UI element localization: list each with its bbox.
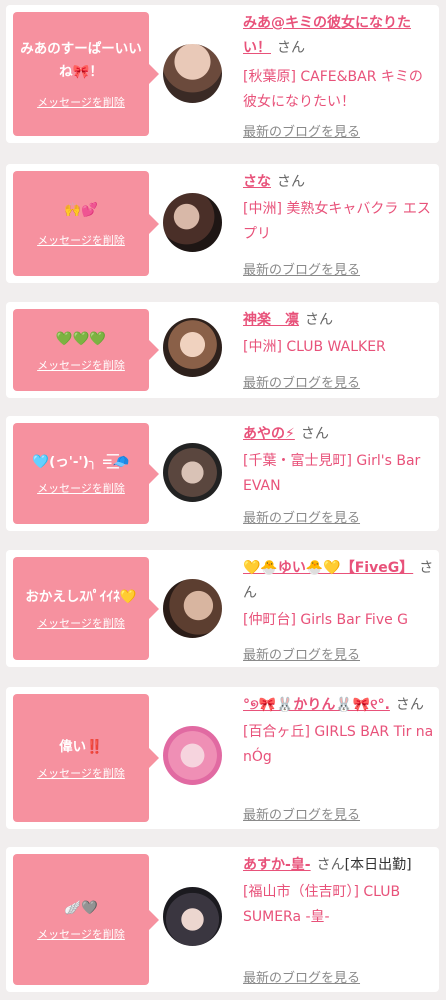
shop-name: [百合ヶ丘] GIRLS BAR Tir na nÓg	[243, 724, 434, 765]
message-bubble: みあのすーぱーいいね🎀！ メッセージを削除	[13, 12, 159, 136]
honorific: さん	[277, 40, 305, 56]
latest-blog-link[interactable]: 最新のブログを見る	[243, 804, 360, 823]
list-item: 偉い‼️ メッセージを削除 °୭🎀🐰かりん🐰🎀୧°. さん [百合ヶ丘] GIRL…	[6, 687, 439, 829]
message-text: みあのすーぱーいいね🎀！	[20, 41, 142, 80]
message-bubble: おかえしｽﾊﾟｲｲﾈ💛 メッセージを削除	[13, 557, 159, 660]
user-name-link[interactable]: さな	[243, 174, 271, 190]
avatar[interactable]	[163, 579, 222, 638]
message-bubble: 🩵(っ'-')╮ =͟͟͞͞🧢 メッセージを削除	[13, 423, 159, 524]
avatar[interactable]	[163, 887, 222, 946]
delete-message-link[interactable]: メッセージを削除	[37, 232, 125, 248]
message-bubble: 🙌💕 メッセージを削除	[13, 171, 159, 276]
user-name-link[interactable]: あすか-皇-	[243, 857, 311, 873]
avatar[interactable]	[163, 193, 222, 252]
avatar[interactable]	[163, 44, 222, 103]
delete-message-link[interactable]: メッセージを削除	[37, 357, 125, 373]
honorific: さん	[395, 697, 424, 713]
latest-blog-link[interactable]: 最新のブログを見る	[243, 121, 360, 140]
honorific: さん	[300, 426, 329, 442]
latest-blog-link[interactable]: 最新のブログを見る	[243, 967, 360, 986]
latest-blog-link[interactable]: 最新のブログを見る	[243, 644, 360, 663]
honorific: さん	[277, 174, 305, 190]
shop-name: [中洲] CLUB WALKER	[243, 339, 386, 355]
message-bubble: 🪽🩶 メッセージを削除	[13, 854, 159, 985]
name-suffix: [本日出勤]	[344, 857, 412, 873]
latest-blog-link[interactable]: 最新のブログを見る	[243, 507, 360, 526]
avatar[interactable]	[163, 318, 222, 377]
user-name-link[interactable]: あやの⚡	[243, 426, 295, 442]
latest-blog-link[interactable]: 最新のブログを見る	[243, 259, 360, 278]
latest-blog-link[interactable]: 最新のブログを見る	[243, 372, 360, 391]
avatar[interactable]	[163, 726, 222, 785]
list-item: 🩵(っ'-')╮ =͟͟͞͞🧢 メッセージを削除 あやの⚡ さん [千葉・富士見町…	[6, 416, 439, 531]
delete-message-link[interactable]: メッセージを削除	[37, 94, 125, 110]
shop-name: [中洲] 美熟女キャバクラ エスプリ	[243, 201, 431, 242]
delete-message-link[interactable]: メッセージを削除	[37, 765, 125, 781]
delete-message-link[interactable]: メッセージを削除	[37, 480, 125, 496]
message-text: 🪽🩶	[64, 900, 98, 916]
user-name-link[interactable]: 神楽 凛	[243, 312, 299, 328]
list-item: 🪽🩶 メッセージを削除 あすか-皇- さん[本日出勤] [福山市（住吉町）] CL…	[6, 847, 439, 992]
message-bubble: 偉い‼️ メッセージを削除	[13, 694, 159, 822]
delete-message-link[interactable]: メッセージを削除	[37, 615, 125, 631]
message-text: おかえしｽﾊﾟｲｲﾈ💛	[25, 589, 137, 605]
user-name-link[interactable]: °୭🎀🐰かりん🐰🎀୧°.	[243, 697, 390, 713]
user-name-link[interactable]: みあ@キミの彼女になりたい！	[243, 15, 411, 56]
honorific: さん	[316, 857, 345, 873]
message-text: 💚💚💚	[55, 330, 107, 347]
message-bubble: 💚💚💚 メッセージを削除	[13, 309, 159, 391]
delete-message-link[interactable]: メッセージを削除	[37, 926, 125, 942]
message-text: 🙌💕	[64, 202, 98, 218]
shop-name: [秋葉原] CAFE&BAR キミの彼女になりたい！	[243, 69, 423, 110]
avatar[interactable]	[163, 443, 222, 502]
shop-name: [千葉・富士見町] Girl's Bar EVAN	[243, 453, 421, 494]
list-item: みあのすーぱーいいね🎀！ メッセージを削除 みあ@キミの彼女になりたい！ さん […	[6, 5, 439, 143]
shop-name: [福山市（住吉町）] CLUB SUMERa -皇-	[243, 884, 401, 925]
message-text: 🩵(っ'-')╮ =͟͟͞͞🧢	[32, 454, 130, 470]
honorific: さん	[305, 312, 333, 328]
list-item: おかえしｽﾊﾟｲｲﾈ💛 メッセージを削除 💛🐣ゆい🐣💛【FiveG】 さん [仲町…	[6, 550, 439, 667]
list-item: 💚💚💚 メッセージを削除 神楽 凛さん [中洲] CLUB WALKER 最新の…	[6, 302, 439, 398]
list-item: 🙌💕 メッセージを削除 さな さん [中洲] 美熟女キャバクラ エスプリ 最新のブ…	[6, 164, 439, 283]
shop-name: [仲町台] Girls Bar Five G	[243, 612, 409, 628]
message-text: 偉い‼️	[59, 738, 103, 755]
user-name-link[interactable]: 💛🐣ゆい🐣💛【FiveG】	[243, 560, 413, 576]
